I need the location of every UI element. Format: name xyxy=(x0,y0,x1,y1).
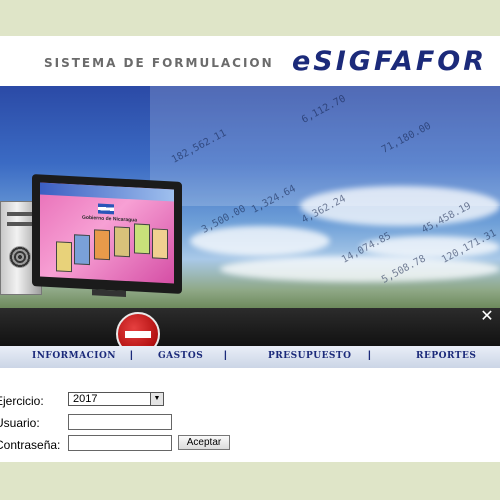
stop-sign-bar xyxy=(125,331,151,338)
book-icon xyxy=(152,228,168,260)
book-icon xyxy=(56,241,72,273)
close-icon[interactable]: ✕ xyxy=(478,307,496,327)
nav-item-reportes[interactable]: REPORTES xyxy=(416,351,476,361)
top-margin xyxy=(0,0,500,36)
system-subtitle: SISTEMA DE FORMULACION xyxy=(44,56,274,70)
main-nav: INFORMACION | GASTOS | PRESUPUESTO | REP… xyxy=(0,346,500,369)
app-logo: eSIGFAFOR xyxy=(292,46,488,77)
flag-icon xyxy=(98,203,114,215)
book-icon xyxy=(74,234,90,266)
cloud-shape xyxy=(220,256,500,282)
nav-separator: | xyxy=(130,350,133,361)
site-header: SISTEMA DE FORMULACION eSIGFAFOR xyxy=(0,36,500,86)
hero-banner: 182,562.11 3,500.00 1,324.64 4,362.24 14… xyxy=(0,86,500,308)
banner-footer-bar xyxy=(0,308,500,346)
monitor-screen: Gobierno de Nicaragua xyxy=(40,182,174,284)
speaker-grill xyxy=(9,246,31,268)
ejercicio-selected-value: 2017 xyxy=(73,393,98,405)
book-icon xyxy=(134,223,150,255)
nav-separator: | xyxy=(368,350,371,361)
drive-slot xyxy=(7,222,33,226)
book-icon xyxy=(114,226,130,258)
login-form: Ejercicio: 2017 ▼ Usuario: Contraseña: A… xyxy=(0,368,500,462)
monitor-illustration: Gobierno de Nicaragua xyxy=(32,174,182,297)
aceptar-button[interactable]: Aceptar xyxy=(178,435,230,450)
contrasena-input[interactable] xyxy=(68,435,172,451)
ejercicio-select[interactable]: 2017 ▼ xyxy=(68,392,164,406)
ejercicio-label: Ejercicio: xyxy=(0,394,44,408)
chevron-down-icon[interactable]: ▼ xyxy=(150,393,163,405)
nav-separator: | xyxy=(224,350,227,361)
nav-item-gastos[interactable]: GASTOS xyxy=(158,351,203,361)
usuario-label: Usuario: xyxy=(0,416,40,430)
book-icon xyxy=(94,229,110,261)
screen-header-bar xyxy=(40,182,174,202)
contrasena-label: Contraseña: xyxy=(0,438,61,452)
bottom-margin xyxy=(0,462,500,500)
screen-title: Gobierno de Nicaragua xyxy=(82,214,138,224)
monitor-stand xyxy=(92,289,126,297)
nav-item-informacion[interactable]: INFORMACION xyxy=(32,351,116,361)
usuario-input[interactable] xyxy=(68,414,172,430)
drive-slot xyxy=(7,212,33,216)
nav-item-presupuesto[interactable]: PRESUPUESTO xyxy=(268,351,351,361)
